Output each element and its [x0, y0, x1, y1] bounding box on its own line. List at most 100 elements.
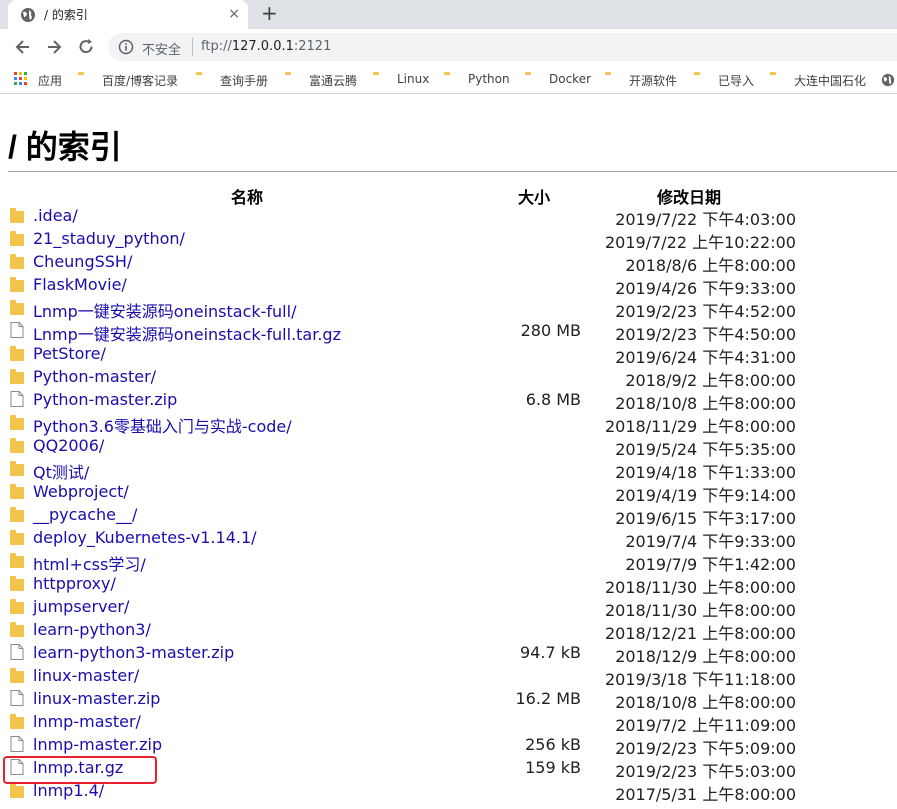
folder-icon — [10, 529, 24, 545]
page-title: / 的索引 — [8, 129, 122, 165]
file-size: 6.8 MB — [525, 390, 581, 409]
bookmark-label: Linux — [397, 72, 430, 86]
folder-icon — [444, 72, 458, 86]
table-row: FlaskMovie/2019/4/26 下午9:33:00 — [0, 273, 897, 298]
bookmark-label: 开源软件 — [629, 74, 678, 88]
folder-link[interactable]: linux-master/ — [33, 666, 139, 685]
folder-link[interactable]: lnmp-master/ — [33, 712, 141, 731]
folder-link[interactable]: learn-python3/ — [33, 620, 151, 639]
file-size: 16.2 MB — [515, 689, 582, 708]
table-row: Python3.6零基础入门与实战-code/2018/11/29 上午8:00… — [0, 411, 897, 436]
folder-icon — [605, 72, 619, 86]
folder-icon — [373, 72, 387, 86]
folder-icon — [10, 230, 24, 246]
folder-icon — [10, 667, 24, 683]
bookmarks-bar: 应用 百度/博客记录 查询手册 富通云腾 Linux Python Docker… — [0, 65, 897, 94]
folder-link[interactable]: jumpserver/ — [33, 597, 129, 616]
folder-icon — [10, 253, 24, 269]
folder-link[interactable]: __pycache__/ — [33, 505, 137, 524]
file-icon — [10, 690, 24, 706]
folder-icon — [285, 72, 299, 86]
file-icon — [10, 322, 24, 338]
folder-link[interactable]: .idea/ — [33, 206, 78, 225]
table-row: linux-master/2019/3/18 下午11:18:00 — [0, 664, 897, 689]
table-row: httpproxy/2018/11/30 上午8:00:00 — [0, 572, 897, 597]
folder-icon — [10, 598, 24, 614]
table-row: CheungSSH/2018/8/6 上午8:00:00 — [0, 250, 897, 275]
folder-icon — [10, 713, 24, 729]
annotation-highlight-box — [3, 756, 157, 784]
folder-link[interactable]: CheungSSH/ — [33, 252, 132, 271]
address-bar[interactable]: 不安全 ftp://127.0.0.1:2121 — [108, 33, 897, 61]
modified-date: 2017/5/31 上午8:00:00 — [615, 785, 796, 804]
back-arrow-icon[interactable] — [13, 37, 33, 57]
folder-icon — [525, 72, 539, 86]
table-row: Python-master/2018/9/2 上午8:00:00 — [0, 365, 897, 390]
title-divider — [8, 171, 897, 172]
table-row: learn-python3-master.zip 94.7 kB 2018/12/9… — [0, 641, 897, 666]
new-tab-button[interactable]: + — [261, 2, 278, 24]
folder-icon — [10, 345, 24, 361]
table-row: learn-python3/2018/12/21 上午8:00:00 — [0, 618, 897, 643]
file-icon — [10, 736, 24, 752]
folder-icon — [770, 72, 784, 86]
table-row: QQ2006/2019/5/24 下午5:35:00 — [0, 434, 897, 459]
table-row: html+css学习/2019/7/9 下午1:42:00 — [0, 549, 897, 574]
info-icon[interactable] — [118, 39, 134, 55]
file-icon — [10, 391, 24, 407]
forward-arrow-icon[interactable] — [44, 37, 64, 57]
table-row: PetStore/2019/6/24 下午4:31:00 — [0, 342, 897, 367]
folder-icon — [10, 368, 24, 384]
table-row: jumpserver/2018/11/30 上午8:00:00 — [0, 595, 897, 620]
table-row: Qt测试/2019/4/18 下午1:33:00 — [0, 457, 897, 482]
folder-icon — [10, 437, 24, 453]
folder-link[interactable]: FlaskMovie/ — [33, 275, 127, 294]
folder-link[interactable]: Webproject/ — [33, 482, 129, 501]
file-link[interactable]: lnmp-master.zip — [33, 735, 162, 754]
folder-icon — [10, 552, 24, 568]
folder-link[interactable]: PetStore/ — [33, 344, 106, 363]
url-host: 127.0.0.1 — [231, 39, 294, 54]
file-link[interactable]: Python-master.zip — [33, 390, 177, 409]
globe-icon — [21, 8, 35, 22]
folder-icon — [10, 299, 24, 315]
folder-link[interactable]: QQ2006/ — [33, 436, 104, 455]
table-row: .idea/2019/7/22 下午4:03:00 — [0, 204, 897, 229]
file-size: 256 kB — [525, 735, 581, 754]
table-row: Lnmp一键安装源码oneinstack-full/2019/2/23 下午4:… — [0, 296, 897, 321]
file-icon — [10, 644, 24, 660]
url-port: :2121 — [293, 39, 332, 54]
folder-icon — [10, 782, 24, 798]
bookmark-label: 查询手册 — [220, 74, 269, 88]
close-tab-icon[interactable]: × — [228, 6, 240, 22]
url-scheme: ftp:// — [201, 39, 232, 54]
folder-icon — [694, 72, 708, 86]
folder-icon — [10, 483, 24, 499]
globe-icon[interactable] — [881, 73, 895, 87]
folder-link[interactable]: 21_staduy_python/ — [33, 229, 185, 248]
tab-strip: / 的索引 × + — [0, 0, 897, 29]
table-row: __pycache__/2019/6/15 下午3:17:00 — [0, 503, 897, 528]
folder-icon — [10, 207, 24, 223]
reload-icon[interactable] — [76, 37, 96, 57]
active-tab[interactable]: / 的索引 × — [8, 0, 248, 29]
bookmark-label: 大连中国石化 — [794, 74, 867, 88]
url-text[interactable]: ftp://127.0.0.1:2121 — [201, 39, 331, 54]
folder-link[interactable]: deploy_Kubernetes-v1.14.1/ — [33, 528, 257, 547]
bookmark-label: Docker — [549, 72, 592, 86]
table-row: Python-master.zip 6.8 MB 2018/10/8 上午8:00:… — [0, 388, 897, 413]
folder-link[interactable]: Python-master/ — [33, 367, 156, 386]
folder-icon — [10, 575, 24, 591]
folder-link[interactable]: httpproxy/ — [33, 574, 116, 593]
folder-icon — [10, 460, 24, 476]
bookmark-label: 应用 — [38, 74, 63, 88]
file-link[interactable]: linux-master.zip — [33, 689, 160, 708]
bookmark-label: 已导入 — [718, 74, 755, 88]
file-link[interactable]: learn-python3-master.zip — [33, 643, 234, 662]
folder-icon — [78, 72, 92, 86]
table-row: linux-master.zip 16.2 MB 2018/10/8 上午8:00:… — [0, 687, 897, 712]
table-row: lnmp-master/2019/7/2 上午11:09:00 — [0, 710, 897, 735]
folder-icon — [10, 276, 24, 292]
file-size: 159 kB — [525, 758, 581, 777]
table-row: lnmp-master.zip 256 kB 2019/2/23 下午5:09:00 — [0, 733, 897, 758]
